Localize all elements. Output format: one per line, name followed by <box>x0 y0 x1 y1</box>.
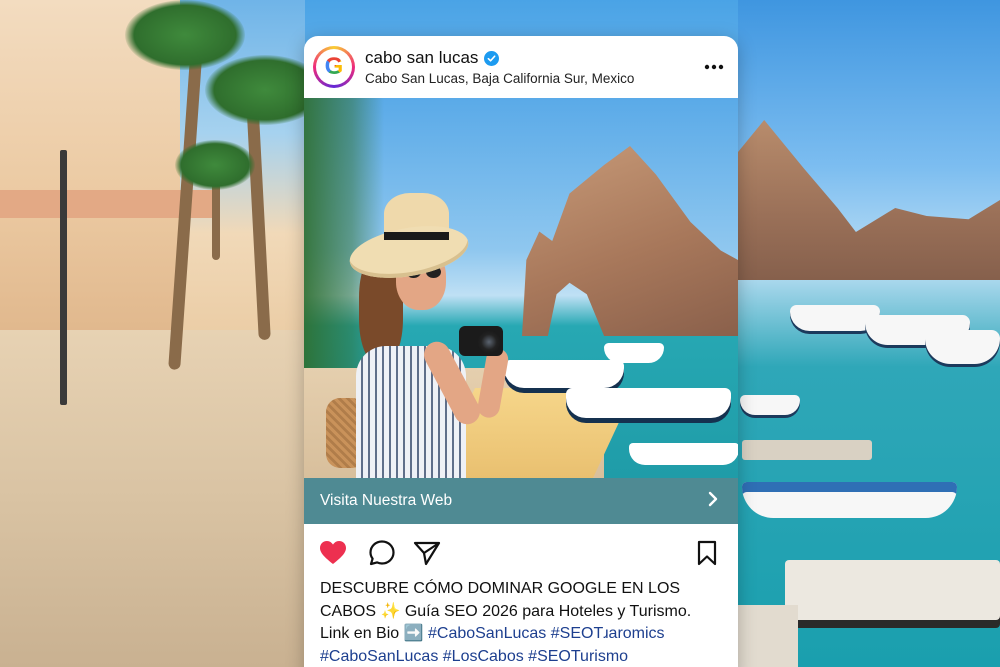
post-caption: DESCUBRE CÓMO DOMINAR GOOGLE EN LOS CABO… <box>320 578 724 667</box>
promenade-walkway <box>0 330 305 667</box>
boat <box>742 482 957 518</box>
comment-icon[interactable] <box>367 538 397 568</box>
hashtag-link[interactable]: #CaboSanLucas <box>320 648 438 665</box>
more-horizontal-icon[interactable] <box>704 54 724 74</box>
avatar[interactable]: G <box>313 46 355 88</box>
bookmark-icon[interactable] <box>692 538 722 568</box>
dock <box>738 605 798 667</box>
cta-label: Visita Nuestra Web <box>320 492 453 509</box>
boat <box>740 395 800 415</box>
background-scene: G cabo san lucas Cabo San Lucas, Baja Ca… <box>0 0 1000 667</box>
dock <box>742 440 872 460</box>
dock <box>785 560 1000 620</box>
chevron-right-icon <box>708 490 718 513</box>
account-row: cabo san lucas <box>365 48 634 68</box>
camera <box>459 326 503 356</box>
send-icon[interactable] <box>412 538 442 568</box>
caption-line: CABOS ✨ Guía SEO 2026 para Hoteles y Tur… <box>320 602 692 620</box>
caption-line: Link en Bio ➡️ #CaboSanLucas #SEOTɹaromi… <box>320 623 724 646</box>
heart-icon[interactable] <box>318 538 348 568</box>
hashtag-link[interactable]: #SEOTɹaromics <box>551 625 665 642</box>
hat-band <box>384 232 449 240</box>
hashtag-link[interactable]: #LosCabos <box>443 648 524 665</box>
caption-line: #CaboSanLucas #LosCabos #SEOTurismo <box>320 646 724 667</box>
hashtag-link[interactable]: #SEOTurismo <box>528 648 628 665</box>
instagram-post-card: G cabo san lucas Cabo San Lucas, Baja Ca… <box>304 36 738 667</box>
post-actions <box>304 534 738 568</box>
account-name[interactable]: cabo san lucas <box>365 48 478 68</box>
caption-text: Link en Bio ➡️ <box>320 625 424 642</box>
header-text: cabo san lucas Cabo San Lucas, Baja Cali… <box>365 48 634 86</box>
visit-website-button[interactable]: Visita Nuestra Web <box>304 478 738 524</box>
arm <box>476 346 510 420</box>
palm-fronds <box>175 140 255 190</box>
verified-badge-icon <box>484 50 500 66</box>
avatar-inner: G <box>316 49 352 85</box>
hashtag-link[interactable]: #CaboSanLucas <box>428 625 546 642</box>
tourist-woman <box>304 98 738 478</box>
caption-line: DESCUBRE CÓMO DOMINAR GOOGLE EN LOS <box>320 580 681 597</box>
post-header: G cabo san lucas Cabo San Lucas, Baja Ca… <box>304 36 738 98</box>
palm-fronds <box>125 0 245 70</box>
post-location[interactable]: Cabo San Lucas, Baja California Sur, Mex… <box>365 71 634 86</box>
lamp-post <box>60 150 67 405</box>
yacht <box>925 330 1000 364</box>
post-image[interactable] <box>304 98 738 478</box>
google-logo-icon: G <box>324 53 344 80</box>
